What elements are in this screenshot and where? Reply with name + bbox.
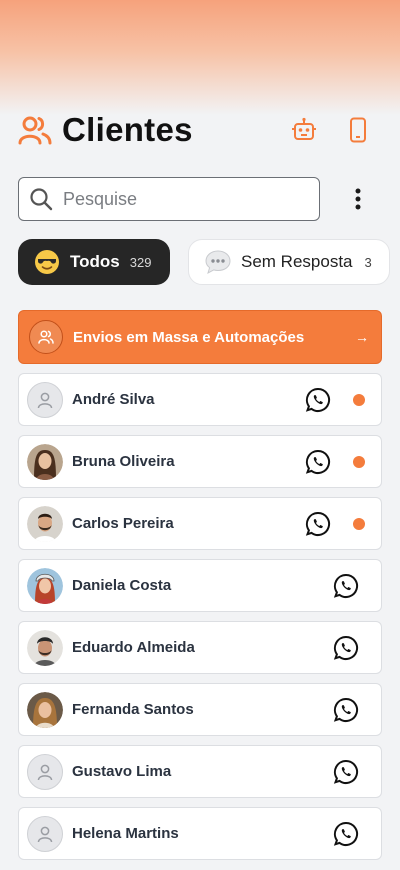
- client-row[interactable]: Helena Martins: [18, 807, 382, 860]
- client-name: Fernanda Santos: [72, 701, 194, 718]
- search-input[interactable]: [63, 188, 283, 210]
- client-row[interactable]: Carlos Pereira: [18, 497, 382, 550]
- avatar: [27, 691, 63, 728]
- whatsapp-icon[interactable]: [305, 511, 331, 537]
- avatar: [27, 381, 63, 418]
- search-box[interactable]: [18, 177, 320, 221]
- mass-messaging-banner[interactable]: Envios em Massa e Automações →: [18, 310, 382, 364]
- whatsapp-icon[interactable]: [333, 635, 359, 661]
- row-status: [305, 449, 371, 475]
- unread-indicator: [353, 517, 365, 530]
- search-icon: [30, 188, 53, 211]
- user-placeholder-icon: [37, 392, 53, 408]
- filter-chips: Todos 329 Sem Resposta 3: [18, 239, 390, 285]
- avatar: [27, 753, 63, 790]
- row-status: [305, 387, 371, 413]
- filter-chip-label: Todos: [70, 252, 120, 271]
- client-row[interactable]: Bruna Oliveira: [18, 435, 382, 488]
- client-name: Carlos Pereira: [72, 515, 174, 532]
- client-name: Gustavo Lima: [72, 763, 172, 780]
- arrow-right-icon: →: [355, 329, 369, 345]
- client-row[interactable]: Eduardo Almeida: [18, 621, 382, 674]
- more-options-button[interactable]: [346, 179, 370, 219]
- client-name: Bruna Oliveira: [72, 453, 175, 470]
- client-row[interactable]: André Silva: [18, 373, 382, 426]
- page-title: Clientes: [62, 111, 193, 148]
- speech-bubble-emoji-icon: [205, 250, 231, 275]
- avatar: [27, 443, 63, 480]
- robot-button[interactable]: [290, 116, 318, 144]
- filter-chip-todos[interactable]: Todos 329: [18, 239, 170, 285]
- client-row[interactable]: Gustavo Lima: [18, 745, 382, 798]
- whatsapp-icon[interactable]: [333, 697, 359, 723]
- user-placeholder-icon: [37, 826, 53, 842]
- client-name: Helena Martins: [72, 825, 179, 842]
- client-name: Eduardo Almeida: [72, 639, 195, 656]
- row-status: [305, 511, 371, 537]
- robot-icon: [292, 117, 316, 140]
- whatsapp-icon[interactable]: [305, 387, 331, 413]
- filter-chip-count: 3: [364, 254, 372, 270]
- avatar: [27, 629, 63, 666]
- unread-indicator: [353, 393, 365, 406]
- users-icon: [38, 330, 54, 344]
- client-name: André Silva: [72, 391, 155, 408]
- avatar: [27, 505, 63, 542]
- whatsapp-icon[interactable]: [305, 449, 331, 475]
- filter-chip-label: Sem Resposta: [241, 252, 353, 271]
- search-row: [18, 177, 382, 221]
- whatsapp-icon[interactable]: [333, 759, 359, 785]
- header-actions: [290, 116, 372, 144]
- device-button[interactable]: [344, 116, 372, 144]
- unread-indicator: [353, 455, 365, 468]
- users-icon: [18, 116, 52, 145]
- user-placeholder-icon: [37, 764, 53, 780]
- banner-label: Envios em Massa e Automações: [73, 328, 305, 346]
- client-row[interactable]: Daniela Costa: [18, 559, 382, 612]
- client-row[interactable]: Fernanda Santos: [18, 683, 382, 736]
- filter-chip-count: 329: [129, 254, 152, 270]
- whatsapp-icon[interactable]: [333, 821, 359, 847]
- client-list: André Silva Bruna Oliveira Carlos Pereir…: [18, 373, 382, 869]
- page-header: Clientes: [18, 108, 382, 152]
- avatar: [27, 815, 63, 852]
- whatsapp-icon[interactable]: [333, 573, 359, 599]
- row-status: [333, 821, 371, 847]
- sunglasses-emoji-icon: [35, 250, 59, 274]
- banner-icon-circle: [29, 320, 63, 354]
- row-status: [333, 573, 371, 599]
- row-status: [333, 759, 371, 785]
- row-status: [333, 635, 371, 661]
- smartphone-icon: [350, 117, 366, 143]
- avatar: [27, 567, 63, 604]
- filter-chip-sem-resposta[interactable]: Sem Resposta 3: [188, 239, 390, 285]
- more-vertical-icon: [355, 188, 361, 210]
- header-gradient: [0, 0, 400, 115]
- row-status: [333, 697, 371, 723]
- client-name: Daniela Costa: [72, 577, 172, 594]
